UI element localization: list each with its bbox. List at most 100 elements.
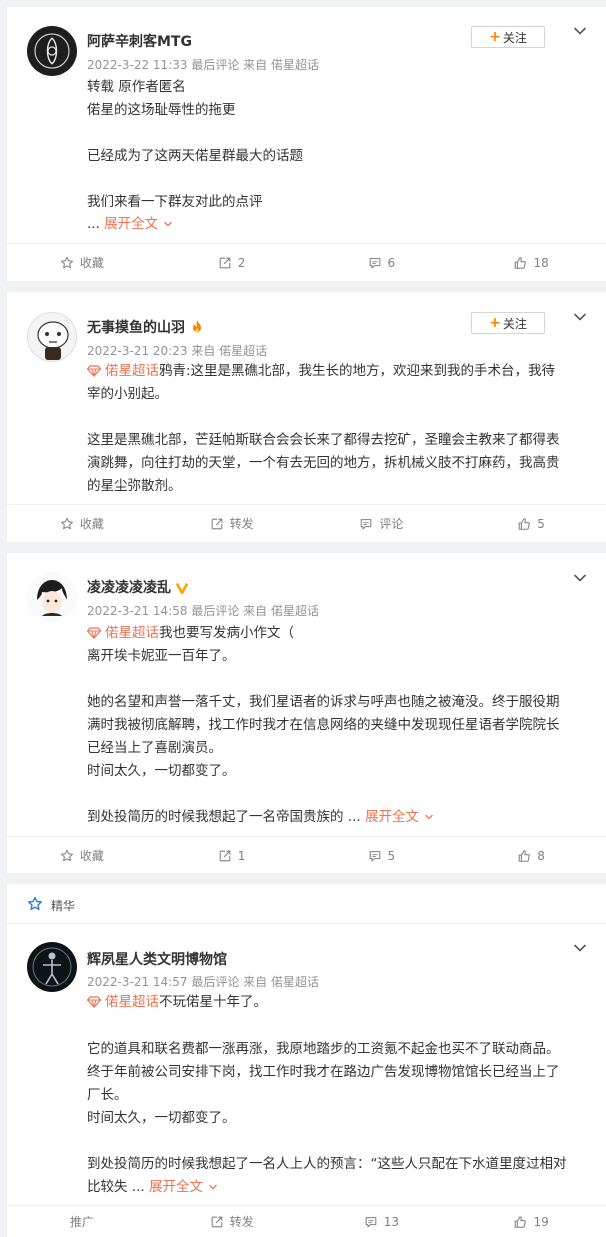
star-outline-icon xyxy=(60,256,74,270)
post-text-line: 我们来看一下群友对此的点评 xyxy=(87,194,263,210)
author-name[interactable]: 凌凌凌凌凌乱 xyxy=(87,577,189,599)
post-text-line: 厂长。 xyxy=(87,1087,128,1103)
chevron-down-icon[interactable] xyxy=(572,570,588,586)
chat-bubble-icon xyxy=(368,256,382,270)
post-meta: 2022-3-21 20:23 来自 偌星超话 xyxy=(87,344,268,358)
comment-count: 6 xyxy=(387,255,396,270)
follow-label: 关注 xyxy=(502,30,527,45)
promote-button[interactable]: 推广 xyxy=(7,1206,157,1237)
avatar[interactable] xyxy=(27,572,77,622)
star-icon xyxy=(28,896,42,911)
comment-button[interactable]: 6 xyxy=(307,244,457,281)
post-text-line: 离开埃卡妮亚一百年了。 xyxy=(87,648,236,664)
favorite-button[interactable]: 收藏 xyxy=(7,505,157,542)
repost-label: 转发 xyxy=(229,1215,254,1229)
diamond-icon xyxy=(87,996,101,1008)
post-text: 到处投简历的时候我想起了一名帝国贵族的 xyxy=(87,809,344,825)
chat-bubble-icon xyxy=(364,1215,378,1229)
post-text: 不玩偌星十年了。 xyxy=(159,994,267,1010)
avatar[interactable] xyxy=(27,942,77,992)
post-card: 无事摸鱼的山羽 2022-3-21 20:23 来自 偌星超话 + 关注 偌星超话… xyxy=(7,292,606,542)
post-text-line: 偌星超话鸦青:这里是黑礁北部，我生长的地方，欢迎来到我的手术台，我待 xyxy=(87,360,587,383)
expand-full-text-link[interactable]: 展开全文 xyxy=(365,809,435,825)
chat-bubble-icon xyxy=(368,849,382,863)
comment-button[interactable]: 5 xyxy=(307,837,457,874)
repost-count: 1 xyxy=(237,848,246,863)
action-bar: 推广 转发 13 19 xyxy=(7,1205,606,1237)
promote-label: 推广 xyxy=(69,1215,94,1229)
favorite-label: 收藏 xyxy=(79,517,104,531)
post-text-line: 演跳舞，向往打劫的天堂，一个有去无回的地方，拆机械义肢不打麻药，我高贵 xyxy=(87,455,560,471)
expand-full-text-link[interactable]: 展开全文 xyxy=(149,1179,219,1195)
chevron-down-icon xyxy=(209,1184,218,1190)
diamond-icon xyxy=(87,627,101,639)
repost-button[interactable]: 转发 xyxy=(157,1206,307,1237)
author-name[interactable]: 无事摸鱼的山羽 xyxy=(87,317,205,339)
post-card: 凌凌凌凌凌乱 2022-3-21 14:58 最后评论 来自 偌星超话 偌星超话… xyxy=(7,553,606,873)
avatar[interactable] xyxy=(27,312,77,362)
like-count: 18 xyxy=(533,255,549,270)
thumbs-up-icon xyxy=(517,849,531,863)
comment-count: 13 xyxy=(383,1214,400,1229)
diamond-icon xyxy=(87,365,101,377)
like-button[interactable]: 8 xyxy=(456,837,606,874)
chevron-down-icon[interactable] xyxy=(572,309,588,325)
post-text-tail: 到处投简历的时候我想起了一名帝国贵族的 ... 展开全文 xyxy=(87,806,587,829)
expand-full-text-link[interactable]: 展开全文 xyxy=(104,216,174,232)
share-arrow-icon xyxy=(218,849,232,863)
repost-button[interactable]: 转发 xyxy=(157,505,307,542)
featured-header: 精华 xyxy=(7,884,606,924)
post-text-line: 已经当上了喜剧演员。 xyxy=(87,740,222,756)
topic-link[interactable]: 偌星超话 xyxy=(105,994,159,1010)
like-button[interactable]: 5 xyxy=(456,505,606,542)
chevron-down-icon[interactable] xyxy=(572,23,588,39)
topic-link[interactable]: 偌星超话 xyxy=(105,363,159,379)
post-text-line: 时间太久，一切都变了。 xyxy=(87,763,236,779)
favorite-button[interactable]: 收藏 xyxy=(7,837,157,874)
expand-label: 展开全文 xyxy=(148,1179,203,1195)
like-button[interactable]: 18 xyxy=(456,244,606,281)
repost-button[interactable]: 1 xyxy=(157,837,307,874)
follow-button[interactable]: + 关注 xyxy=(471,26,545,48)
ellipsis: ... xyxy=(347,809,361,825)
ellipsis: ... xyxy=(131,1179,145,1195)
share-arrow-icon xyxy=(210,1215,224,1229)
repost-label: 转发 xyxy=(229,517,254,531)
post-text: 我也要写发病小作文（ xyxy=(159,625,294,641)
post-text-line: 它的道具和联名费都一涨再涨，我原地踏步的工资氪不起金也买不了联动商品。 xyxy=(87,1041,560,1057)
post-text-line: 偌星超话不玩偌星十年了。 xyxy=(87,991,587,1014)
follow-button[interactable]: + 关注 xyxy=(471,312,545,334)
post-text-line: 的星尘弥散剂。 xyxy=(87,478,182,494)
post-text-line: 她的名望和声誉一落千丈，我们星语者的诉求与呼声也随之被淹没。终于服役期 xyxy=(87,694,560,710)
author-name[interactable]: 辉夙星人类文明博物馆 xyxy=(87,949,227,969)
chevron-down-icon xyxy=(425,814,434,820)
plus-icon: + xyxy=(489,29,501,45)
expand-label: 展开全文 xyxy=(104,216,159,232)
thumbs-up-icon xyxy=(513,256,527,270)
chevron-down-icon[interactable] xyxy=(572,940,588,956)
post-meta: 2022-3-21 14:57 最后评论 来自 偌星超话 xyxy=(87,975,319,989)
comment-button[interactable]: 13 xyxy=(307,1206,457,1237)
comment-count: 5 xyxy=(387,848,396,863)
like-count: 19 xyxy=(533,1214,549,1229)
topic-link[interactable]: 偌星超话 xyxy=(105,625,159,641)
ellipsis: ... xyxy=(87,216,100,232)
chat-bubble-icon xyxy=(359,517,373,531)
star-outline-icon xyxy=(60,849,74,863)
comment-button[interactable]: 评论 xyxy=(307,505,457,542)
plus-icon: + xyxy=(489,315,501,331)
share-arrow-icon xyxy=(218,256,232,270)
author-name[interactable]: 阿萨辛刺客MTG xyxy=(87,31,192,51)
post-text-line: 到处投简历的时候我想起了一名人上人的预言：“这些人只配在下水道里度过相对 xyxy=(87,1156,567,1172)
post-text-line: 已经成为了这两天偌星群最大的话题 xyxy=(87,148,303,164)
repost-button[interactable]: 2 xyxy=(157,244,307,281)
like-count: 8 xyxy=(537,848,545,863)
favorite-label: 收藏 xyxy=(79,849,104,863)
avatar[interactable] xyxy=(27,26,77,76)
expand-label: 展开全文 xyxy=(364,809,419,825)
like-button[interactable]: 19 xyxy=(456,1206,606,1237)
favorite-label: 收藏 xyxy=(79,256,104,270)
favorite-button[interactable]: 收藏 xyxy=(7,244,157,281)
post-text-line: 这里是黑礁北部，芒廷帕斯联合会会长来了都得去挖矿，圣瞳会主教来了都得表 xyxy=(87,432,560,448)
action-bar: 收藏 1 5 8 xyxy=(7,836,606,874)
